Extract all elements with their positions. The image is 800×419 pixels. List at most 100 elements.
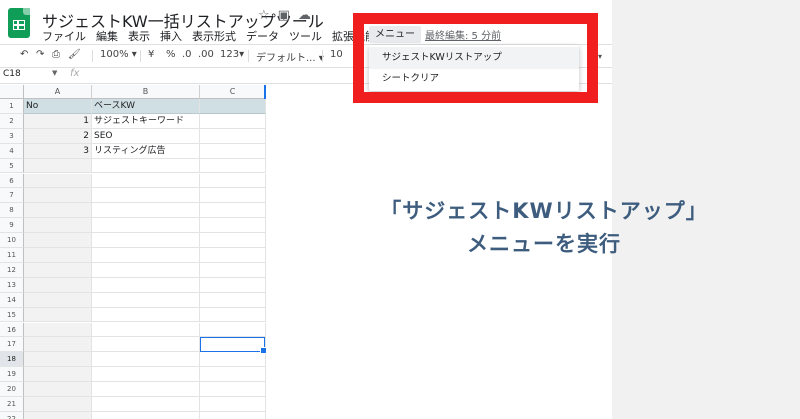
folder-move-icon[interactable]: ▣ bbox=[278, 8, 290, 23]
row-header[interactable]: 2 bbox=[0, 113, 24, 129]
row-header[interactable]: 1 bbox=[0, 99, 24, 114]
cell-a9[interactable] bbox=[24, 218, 92, 234]
cell-c9[interactable] bbox=[200, 218, 266, 234]
cell-c6[interactable] bbox=[200, 173, 266, 189]
cell-c7[interactable] bbox=[200, 188, 266, 204]
cell-a12[interactable] bbox=[24, 262, 92, 278]
cell-a4[interactable]: 3 bbox=[24, 143, 92, 159]
cell-a11[interactable] bbox=[24, 248, 92, 263]
row-header[interactable]: 18 bbox=[0, 352, 24, 368]
cell-c8[interactable] bbox=[200, 203, 266, 219]
star-icon[interactable]: ☆ bbox=[258, 8, 270, 23]
cell-c4[interactable] bbox=[200, 143, 266, 159]
cell-c15[interactable] bbox=[200, 307, 266, 323]
cell-c20[interactable] bbox=[200, 382, 266, 397]
font-size-input[interactable]: 10 bbox=[330, 49, 343, 60]
decimal-increase-button[interactable]: .00 bbox=[198, 49, 214, 60]
row-header[interactable]: 6 bbox=[0, 173, 24, 189]
cell-a20[interactable] bbox=[24, 382, 92, 397]
cell-c11[interactable] bbox=[200, 248, 266, 263]
cell-b10[interactable] bbox=[92, 233, 200, 248]
caret-down-icon[interactable]: ▾ bbox=[598, 52, 602, 61]
font-family-select[interactable]: デフォルト... ▾ bbox=[256, 49, 324, 64]
column-resize-handle[interactable] bbox=[264, 85, 266, 99]
cell-a2[interactable]: 1 bbox=[24, 113, 92, 129]
redo-icon[interactable]: ↷ bbox=[36, 49, 44, 60]
cell-c21[interactable] bbox=[200, 397, 266, 412]
cell-c12[interactable] bbox=[200, 262, 266, 278]
cell-a22[interactable] bbox=[24, 411, 92, 419]
cell-c14[interactable] bbox=[200, 292, 266, 308]
cell-c5[interactable] bbox=[200, 158, 266, 174]
row-header[interactable]: 12 bbox=[0, 262, 24, 278]
cell-b18[interactable] bbox=[92, 352, 200, 368]
row-header[interactable]: 22 bbox=[0, 411, 24, 419]
row-header[interactable]: 3 bbox=[0, 128, 24, 144]
column-header-c[interactable]: C bbox=[200, 85, 266, 99]
row-header[interactable]: 21 bbox=[0, 397, 24, 412]
cell-c3[interactable] bbox=[200, 128, 266, 144]
cell-a16[interactable] bbox=[24, 322, 92, 338]
row-header[interactable]: 10 bbox=[0, 233, 24, 248]
column-header-a[interactable]: A bbox=[24, 85, 92, 99]
cell-b13[interactable] bbox=[92, 277, 200, 293]
row-header[interactable]: 15 bbox=[0, 307, 24, 323]
row-header[interactable]: 7 bbox=[0, 188, 24, 204]
cell-b6[interactable] bbox=[92, 173, 200, 189]
cell-a21[interactable] bbox=[24, 397, 92, 412]
cell-c16[interactable] bbox=[200, 322, 266, 338]
row-header[interactable]: 8 bbox=[0, 203, 24, 219]
cell-a18[interactable] bbox=[24, 352, 92, 368]
cloud-status-icon[interactable]: ☁ bbox=[298, 8, 311, 23]
cell-b3[interactable]: SEO bbox=[92, 128, 200, 144]
menu-view[interactable]: 表示 bbox=[128, 28, 150, 44]
decimal-decrease-button[interactable]: .0 bbox=[182, 49, 192, 60]
cell-b12[interactable] bbox=[92, 262, 200, 278]
cell-b1[interactable]: ベースKW bbox=[92, 99, 200, 114]
cell-b21[interactable] bbox=[92, 397, 200, 412]
cell-a6[interactable] bbox=[24, 173, 92, 189]
cell-b20[interactable] bbox=[92, 382, 200, 397]
row-header[interactable]: 13 bbox=[0, 277, 24, 293]
menu-tools[interactable]: ツール bbox=[289, 28, 322, 44]
cell-b14[interactable] bbox=[92, 292, 200, 308]
row-header[interactable]: 4 bbox=[0, 143, 24, 159]
cell-b11[interactable] bbox=[92, 248, 200, 263]
cell-b19[interactable] bbox=[92, 367, 200, 383]
cell-c10[interactable] bbox=[200, 233, 266, 248]
cell-b17[interactable] bbox=[92, 337, 200, 353]
cell-b2[interactable]: サジェストキーワード bbox=[92, 113, 200, 129]
cell-b7[interactable] bbox=[92, 188, 200, 204]
zoom-select[interactable]: 100% ▾ bbox=[100, 49, 137, 60]
row-header[interactable]: 11 bbox=[0, 248, 24, 263]
row-header[interactable]: 9 bbox=[0, 218, 24, 234]
paint-format-icon[interactable]: 🖌 bbox=[68, 49, 81, 60]
cell-b5[interactable] bbox=[92, 158, 200, 174]
row-header[interactable]: 14 bbox=[0, 292, 24, 308]
menu-insert[interactable]: 挿入 bbox=[160, 28, 182, 44]
menu-file[interactable]: ファイル bbox=[42, 28, 86, 44]
cell-c19[interactable] bbox=[200, 367, 266, 383]
cell-b15[interactable] bbox=[92, 307, 200, 323]
menu-data[interactable]: データ bbox=[246, 28, 279, 44]
undo-icon[interactable]: ↶ bbox=[20, 49, 28, 60]
currency-format-button[interactable]: ¥ bbox=[148, 49, 154, 60]
cell-a17[interactable] bbox=[24, 337, 92, 353]
chevron-down-icon[interactable]: ▼ bbox=[52, 69, 57, 77]
cell-c18[interactable] bbox=[200, 352, 266, 368]
print-icon[interactable]: ⎙ bbox=[52, 49, 60, 60]
cell-a14[interactable] bbox=[24, 292, 92, 308]
more-formats-select[interactable]: 123▾ bbox=[220, 49, 244, 60]
menu-edit[interactable]: 編集 bbox=[96, 28, 118, 44]
cell-a19[interactable] bbox=[24, 367, 92, 383]
row-header[interactable]: 20 bbox=[0, 382, 24, 397]
row-header[interactable]: 5 bbox=[0, 158, 24, 174]
menu-format[interactable]: 表示形式 bbox=[192, 28, 236, 44]
column-header-b[interactable]: B bbox=[92, 85, 200, 99]
cell-a7[interactable] bbox=[24, 188, 92, 204]
cell-b8[interactable] bbox=[92, 203, 200, 219]
cell-c13[interactable] bbox=[200, 277, 266, 293]
cell-c1[interactable] bbox=[200, 99, 266, 114]
cell-b9[interactable] bbox=[92, 218, 200, 234]
row-header[interactable]: 19 bbox=[0, 367, 24, 383]
